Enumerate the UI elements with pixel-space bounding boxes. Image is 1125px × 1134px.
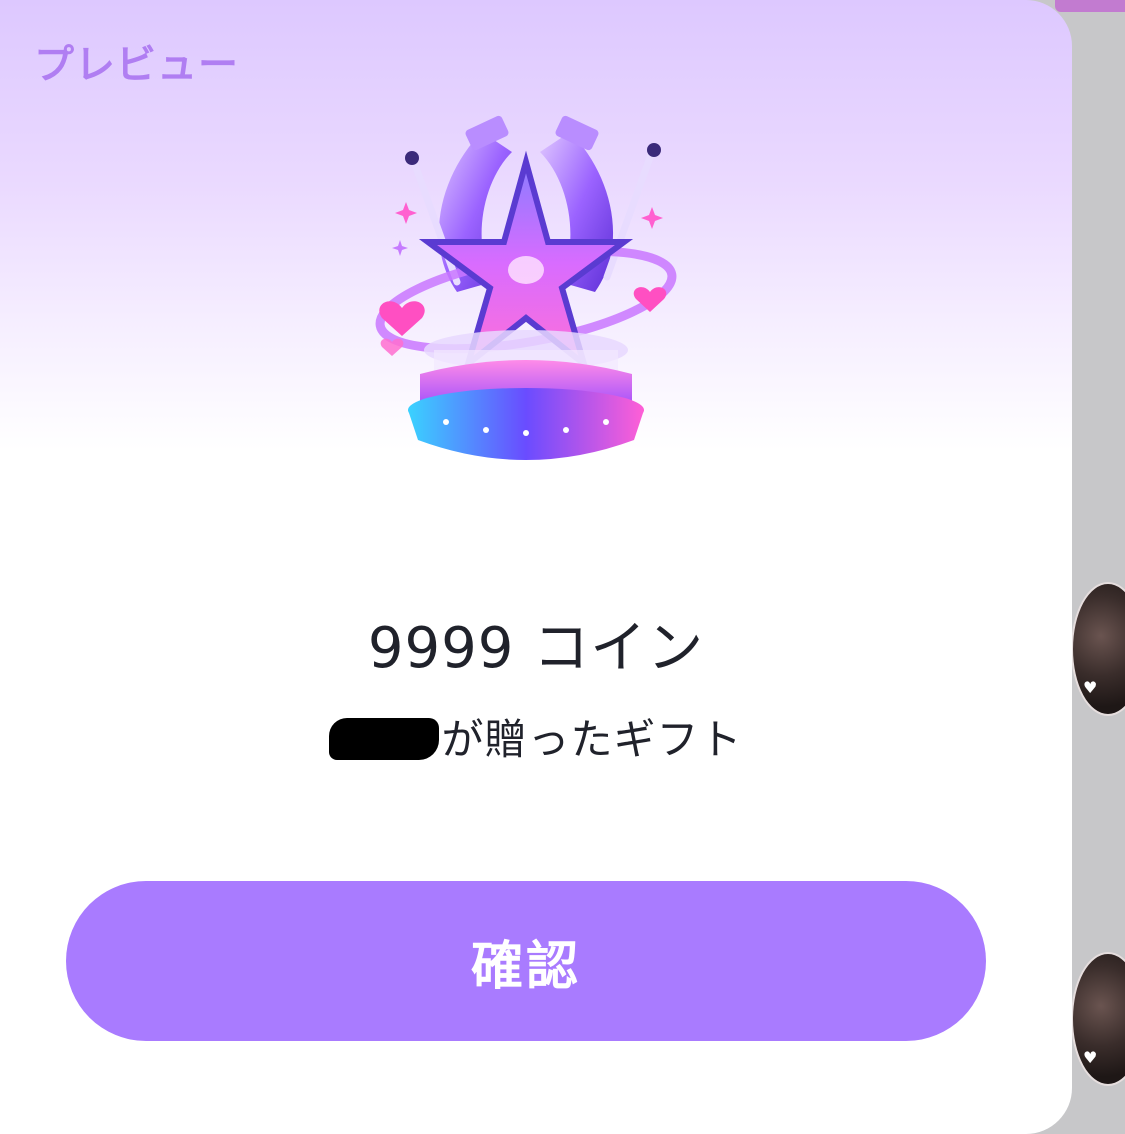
coin-value: 9999 — [367, 616, 515, 681]
gift-preview-dialog: プレビュー 9999 コイン が贈ったギフト 確認 — [0, 0, 1072, 1134]
dialog-title: プレビュー — [34, 42, 239, 88]
gift-sender-line: が贈ったギフト — [0, 706, 1072, 767]
confirm-button[interactable]: 確認 — [66, 881, 986, 1041]
coin-unit: コイン — [533, 616, 705, 681]
background-header-strip — [1055, 0, 1125, 12]
heart-icon: ♥ — [1083, 1048, 1098, 1067]
heart-icon: ♥ — [1083, 678, 1098, 697]
coin-amount: 9999 コイン — [0, 603, 1072, 684]
star-trophy-gift-icon — [362, 92, 690, 494]
background-avatar: ♥ — [1071, 952, 1125, 1086]
background-avatar: ♥ — [1071, 582, 1125, 716]
gift-sender-text: が贈ったギフト — [441, 715, 743, 764]
redacted-sender-name — [329, 718, 440, 760]
